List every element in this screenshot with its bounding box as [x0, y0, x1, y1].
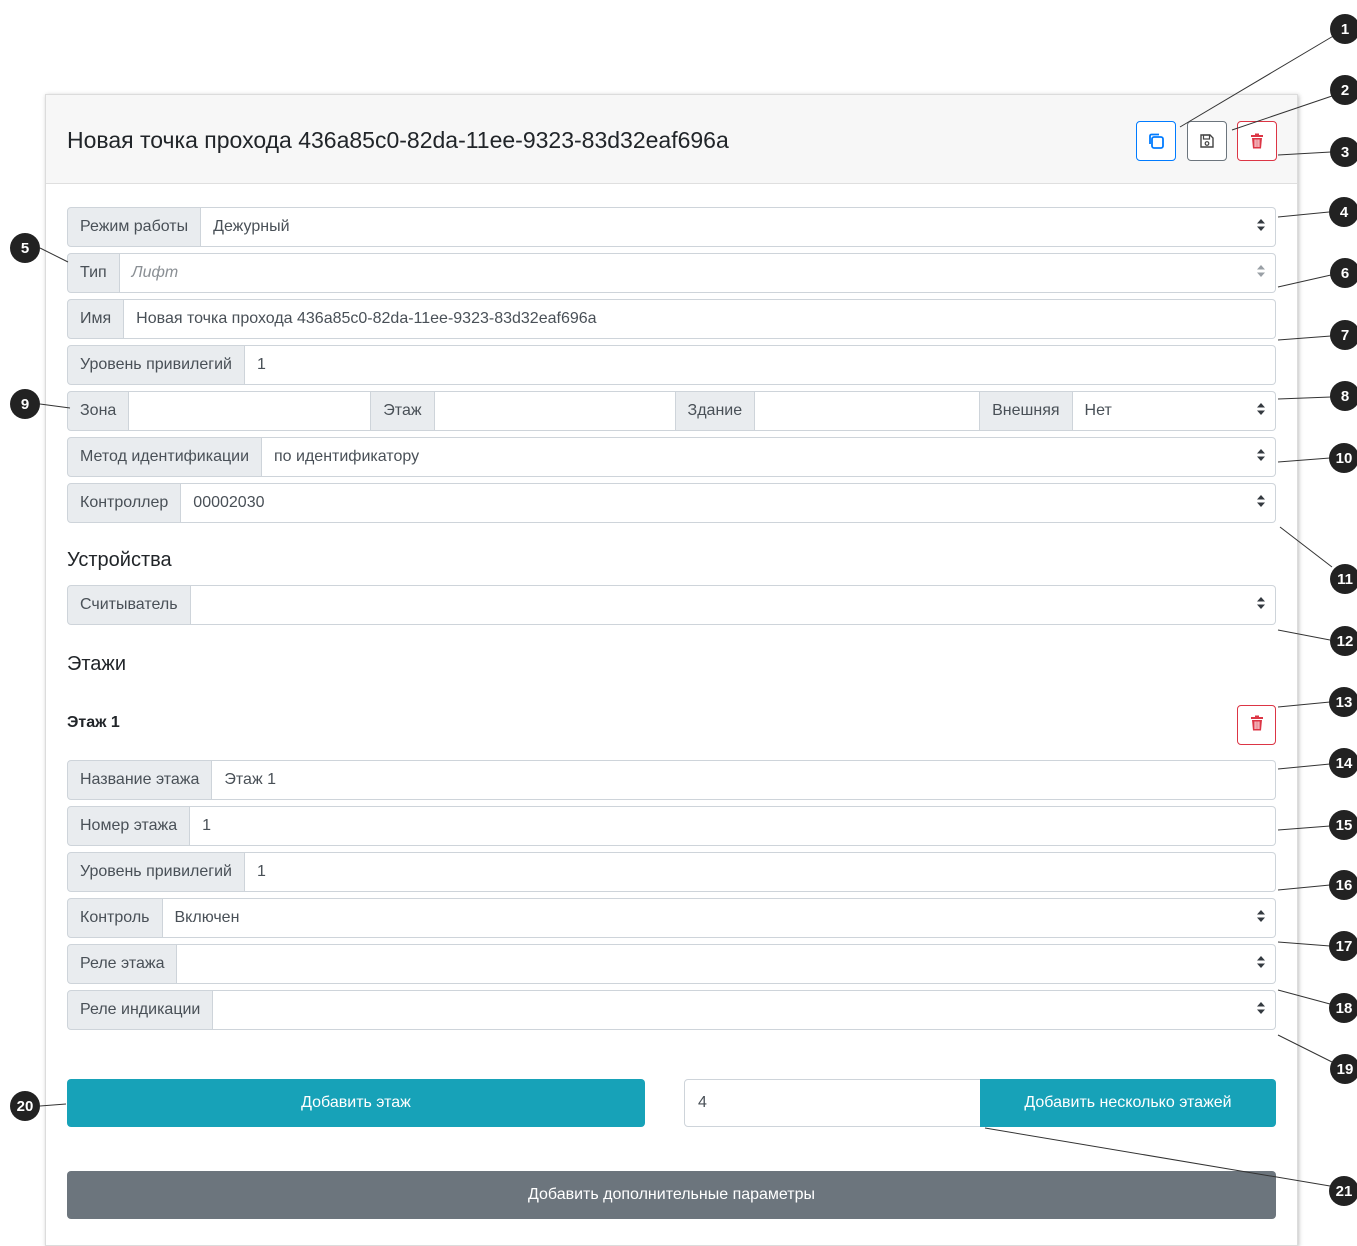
callout-marker-19: 19 — [1330, 1054, 1357, 1084]
callout-marker-15: 15 — [1329, 810, 1357, 840]
callout-marker-14: 14 — [1329, 748, 1357, 778]
callout-marker-8: 8 — [1330, 381, 1357, 411]
callout-marker-12: 12 — [1330, 626, 1357, 656]
callout-marker-4: 4 — [1329, 197, 1357, 227]
callout-marker-7: 7 — [1330, 320, 1357, 350]
callout-leader-lines — [39, 34, 1336, 1187]
callout-marker-2: 2 — [1330, 75, 1357, 105]
callout-marker-9: 9 — [10, 389, 40, 419]
callout-marker-11: 11 — [1330, 564, 1357, 594]
callout-marker-16: 16 — [1329, 870, 1357, 900]
callout-marker-18: 18 — [1329, 993, 1357, 1023]
callout-marker-1: 1 — [1330, 14, 1357, 44]
callout-marker-6: 6 — [1330, 258, 1357, 288]
callout-marker-20: 20 — [10, 1091, 40, 1121]
callout-marker-21: 21 — [1329, 1176, 1357, 1206]
callout-marker-5: 5 — [10, 233, 40, 263]
callout-marker-17: 17 — [1329, 931, 1357, 961]
callout-marker-3: 3 — [1330, 137, 1357, 167]
callout-marker-10: 10 — [1329, 443, 1357, 473]
callout-marker-13: 13 — [1329, 687, 1357, 717]
